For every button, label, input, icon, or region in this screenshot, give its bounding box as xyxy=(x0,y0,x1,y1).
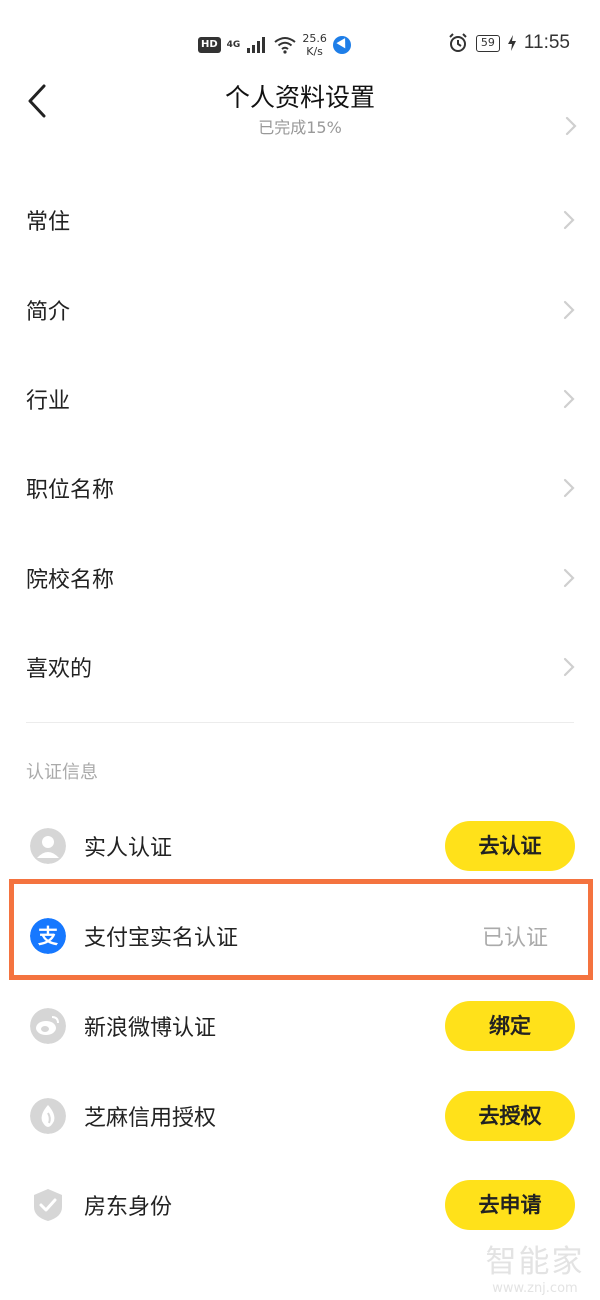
profile-item-likes[interactable]: 喜欢的 xyxy=(0,622,600,712)
watermark: 智能家 www.znj.com xyxy=(480,1236,590,1296)
section-divider xyxy=(26,722,574,723)
row-label: 常住 xyxy=(26,210,71,235)
row-label: 职位名称 xyxy=(26,478,115,503)
verify-row-sesame-credit: 芝麻信用授权 去授权 xyxy=(0,1071,600,1161)
verify-row-weibo: 新浪微博认证 绑定 xyxy=(0,981,600,1071)
row-label: 支付宝实名认证 xyxy=(84,926,239,951)
chevron-right-icon xyxy=(563,210,575,230)
verify-row-alipay[interactable]: 支 支付宝实名认证 已认证 xyxy=(0,891,600,981)
row-label: 简介 xyxy=(26,300,71,325)
alarm-icon xyxy=(449,33,467,52)
speed-unit: K/s xyxy=(306,45,323,58)
row-label: 实人认证 xyxy=(84,836,173,861)
row-label: 新浪微博认证 xyxy=(84,1016,217,1041)
profile-item-school[interactable]: 院校名称 xyxy=(0,533,600,623)
watermark-url: www.znj.com xyxy=(492,1281,578,1296)
verification-section-title: 认证信息 xyxy=(26,762,98,783)
battery-indicator: 59 xyxy=(475,34,500,52)
alipay-icon: 支 xyxy=(30,918,66,954)
page-title: 个人资料设置 xyxy=(224,83,375,112)
chevron-right-icon xyxy=(563,300,575,320)
sesame-credit-icon xyxy=(30,1098,66,1134)
completion-progress: 已完成15% xyxy=(258,118,342,137)
chevron-right-icon xyxy=(565,116,577,136)
wifi-icon xyxy=(274,37,296,54)
location-icon xyxy=(332,36,351,54)
hd-badge: HD xyxy=(198,37,221,53)
status-bar: HD 4G 25.6 K/s 59 11:55 xyxy=(0,0,600,80)
row-label: 喜欢的 xyxy=(26,657,93,682)
network-type: 4G xyxy=(226,40,241,50)
verified-status: 已认证 xyxy=(481,926,548,951)
row-label: 房东身份 xyxy=(84,1195,173,1220)
landlord-shield-icon xyxy=(34,1189,62,1221)
person-icon xyxy=(30,828,66,864)
row-label: 院校名称 xyxy=(26,568,115,593)
signal-icon xyxy=(247,37,266,53)
verify-button[interactable]: 去认证 xyxy=(445,821,575,871)
authorize-button[interactable]: 去授权 xyxy=(445,1091,575,1141)
watermark-logo: 智能家 xyxy=(485,1244,585,1280)
row-label: 行业 xyxy=(26,389,71,414)
row-label: 芝麻信用授权 xyxy=(84,1106,217,1131)
profile-item-bio[interactable]: 简介 xyxy=(0,265,600,355)
svg-text:支: 支 xyxy=(38,924,59,948)
profile-item-job-title[interactable]: 职位名称 xyxy=(0,443,600,533)
chevron-right-icon xyxy=(563,478,575,498)
weibo-icon xyxy=(30,1008,66,1044)
chevron-right-icon xyxy=(563,568,575,588)
chevron-right-icon xyxy=(563,657,575,677)
bind-button[interactable]: 绑定 xyxy=(445,1001,575,1051)
profile-item-industry[interactable]: 行业 xyxy=(0,354,600,444)
clock: 11:55 xyxy=(523,32,570,53)
speed-value: 25.6 xyxy=(302,32,327,45)
apply-button[interactable]: 去申请 xyxy=(445,1180,575,1230)
charging-icon xyxy=(507,35,516,51)
profile-item-residence[interactable]: 常住 xyxy=(0,175,600,265)
status-left: HD 4G 25.6 K/s xyxy=(198,32,351,58)
chevron-right-icon xyxy=(563,389,575,409)
status-right: 59 11:55 xyxy=(448,32,570,54)
verify-row-real-person: 实人认证 去认证 xyxy=(0,801,600,891)
network-speed: 25.6 K/s xyxy=(302,32,327,58)
